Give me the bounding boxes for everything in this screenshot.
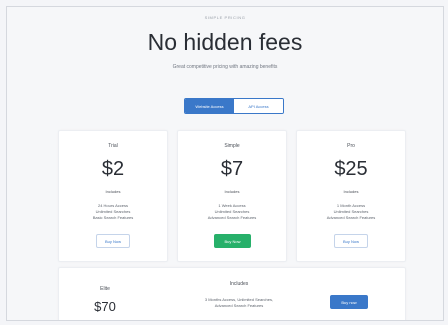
feature-item: Basic Search Features xyxy=(92,215,134,220)
feature-item: Advanced Search Features xyxy=(326,215,376,220)
buy-now-button-trial[interactable]: Buy Now xyxy=(96,234,130,248)
feature-item: Advanced Search Features xyxy=(214,303,264,308)
plan-price: $7 xyxy=(220,158,244,180)
buy-now-button-pro[interactable]: Buy Now xyxy=(334,234,368,248)
feature-list: 3 Months Access, Unlimited Searches, Adv… xyxy=(169,297,309,309)
plan-card-simple: Simple $7 Includes 1 Week Access Unlimit… xyxy=(177,130,287,262)
includes-label: Includes xyxy=(105,189,121,194)
plan-name: Elite xyxy=(100,286,110,292)
includes-label: Includes xyxy=(224,189,240,194)
plan-name: Trial xyxy=(108,143,118,149)
plan-card-trial: Trial $2 Includes 24 Hours Access Unlimi… xyxy=(58,130,168,262)
plan-name: Simple xyxy=(224,143,240,149)
eyebrow-label: SIMPLE PRICING xyxy=(204,15,246,20)
plan-name: Pro xyxy=(347,143,355,149)
feature-list: 1 Week Access Unlimited Searches Advance… xyxy=(178,203,286,221)
feature-list: 24 Hours Access Unlimited Searches Basic… xyxy=(59,203,167,221)
includes-label: Includes xyxy=(343,189,359,194)
plan-price: $25 xyxy=(334,158,368,180)
buy-now-button-elite[interactable]: Buy now xyxy=(330,295,368,309)
feature-list: 1 Month Access Unlimited Searches Advanc… xyxy=(297,203,405,221)
plan-price: $2 xyxy=(101,158,125,180)
plan-card-elite: Elite $70 Includes 3 Months Access, Unli… xyxy=(58,267,406,320)
toggle-api-access[interactable]: API Access xyxy=(234,99,283,113)
feature-item: Advanced Search Features xyxy=(207,215,257,220)
includes-label: Includes xyxy=(229,281,249,287)
plan-card-pro: Pro $25 Includes 1 Month Access Unlimite… xyxy=(296,130,406,262)
toggle-website-access[interactable]: Website Access xyxy=(185,99,234,113)
page-subtitle: Great competitive pricing with amazing b… xyxy=(172,64,278,70)
access-type-toggle: Website Access API Access xyxy=(184,98,284,114)
page-title: No hidden fees xyxy=(147,29,303,55)
buy-now-button-simple[interactable]: Buy Now xyxy=(214,234,251,248)
pricing-page: SIMPLE PRICING No hidden fees Great comp… xyxy=(6,6,444,321)
plan-price: $70 xyxy=(94,299,116,314)
